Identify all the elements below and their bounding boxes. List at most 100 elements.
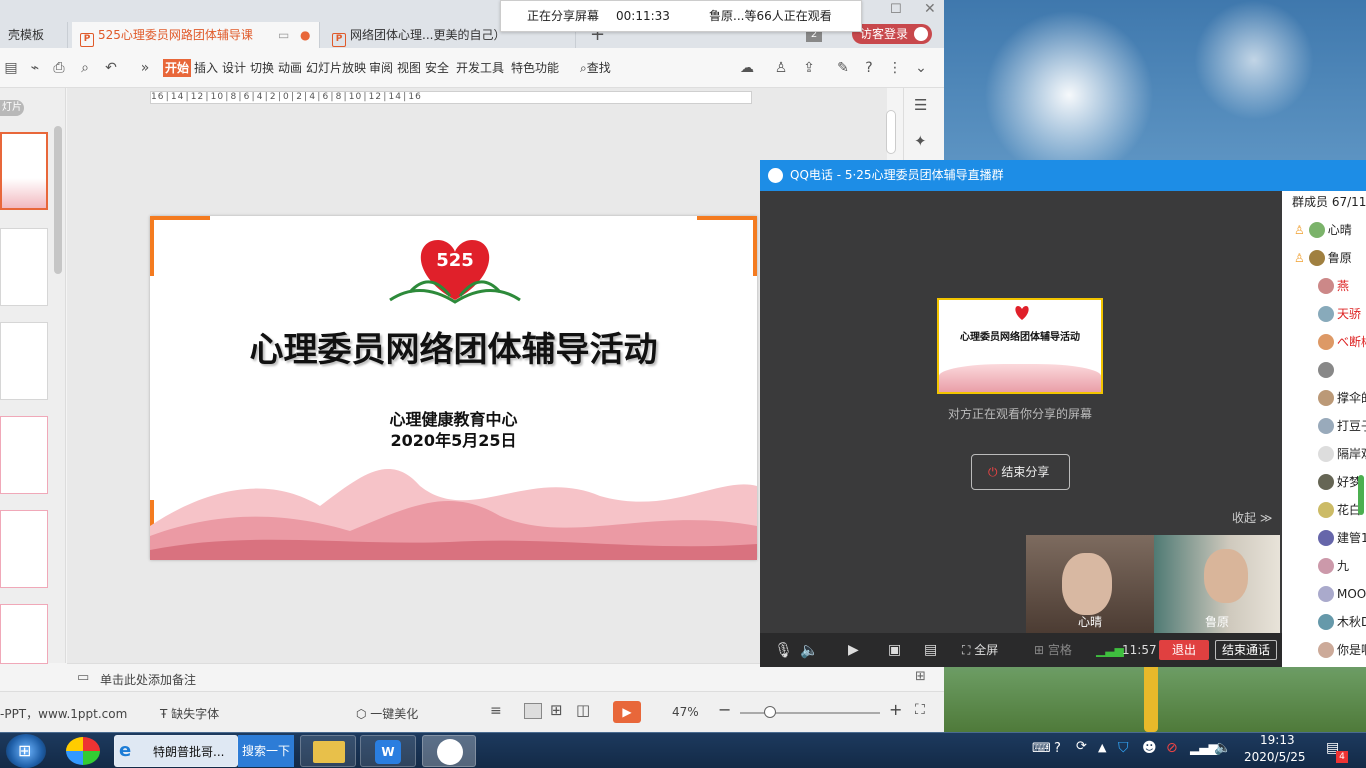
search-button[interactable]: ⌕查找	[578, 59, 613, 77]
settings-sliders-icon[interactable]: ☰	[914, 96, 927, 114]
grid-icon[interactable]: ⊞	[915, 669, 926, 684]
zoom-slider-handle[interactable]	[764, 706, 776, 718]
missing-fonts-button[interactable]: Ŧ 缺失字体	[160, 705, 219, 722]
menu-review[interactable]: 审阅	[367, 59, 395, 77]
list-item[interactable]: 建管1	[1282, 526, 1366, 550]
list-item[interactable]: 花白	[1282, 498, 1366, 522]
more-icon[interactable]: »	[136, 59, 154, 77]
start-button[interactable]: ⊞	[6, 734, 46, 768]
thumbs-scrollbar[interactable]	[54, 126, 62, 274]
play-slideshow-button[interactable]: ▶	[613, 701, 641, 723]
list-item[interactable]: 燕	[1282, 274, 1366, 298]
align-icon[interactable]: ≡	[490, 703, 502, 719]
cloud-icon[interactable]: ☁	[738, 59, 756, 77]
slide-thumbnail[interactable]	[0, 604, 48, 664]
fit-window-icon[interactable]: ⛶	[915, 702, 925, 718]
photo-app-icon[interactable]	[66, 737, 100, 765]
slide-thumbnail[interactable]	[0, 322, 48, 400]
stop-share-button[interactable]: ⏻ 结束分享	[971, 454, 1070, 490]
volume-icon[interactable]: 🔈	[1214, 740, 1231, 756]
camera-icon[interactable]: ▶	[848, 633, 859, 667]
collapse-button[interactable]: 收起 ≫	[1232, 509, 1272, 526]
speaker-icon[interactable]: 🔈	[800, 633, 819, 667]
kebab-menu-icon[interactable]: ⋮	[886, 59, 904, 77]
list-item[interactable]: ♙ 心晴	[1282, 218, 1366, 242]
login-button[interactable]: 访客登录	[852, 24, 932, 44]
security-shield-icon[interactable]: ⛉	[1118, 740, 1129, 756]
comment-icon[interactable]: ✎	[834, 59, 852, 77]
list-item[interactable]: 撑伞的	[1282, 386, 1366, 410]
canvas-scrollbar[interactable]	[886, 110, 896, 154]
share-icon[interactable]: ⇪	[800, 59, 818, 77]
zoom-slider-track[interactable]	[740, 712, 880, 714]
whiteboard-icon[interactable]: ▤	[924, 633, 937, 667]
sync-icon[interactable]: ⟳	[1076, 739, 1087, 754]
exit-button[interactable]: 退出	[1159, 640, 1209, 660]
menu-slideshow[interactable]: 幻灯片放映	[304, 59, 368, 77]
pin-icon[interactable]: ✦	[914, 132, 927, 150]
end-call-button[interactable]: 结束通话	[1215, 640, 1277, 660]
video-feed[interactable]: 心晴	[1026, 535, 1154, 633]
grid-view-button[interactable]: ⊞ 宫格	[1034, 633, 1072, 667]
clock-date[interactable]: 2020/5/25	[1244, 750, 1306, 764]
member-list-scrollbar[interactable]	[1358, 475, 1364, 515]
video-feed[interactable]: 鲁原	[1154, 535, 1280, 633]
menu-home[interactable]: 开始	[163, 59, 192, 77]
list-item[interactable]	[1282, 358, 1366, 382]
menu-design[interactable]: 设计	[220, 59, 248, 77]
zoom-level[interactable]: 47%	[672, 705, 699, 719]
keyboard-icon[interactable]: ⌨	[1032, 741, 1051, 756]
sorter-view-icon[interactable]: ⊞	[550, 701, 563, 719]
preview-icon[interactable]: ⌕	[76, 59, 94, 77]
clock-time[interactable]: 19:13	[1260, 733, 1295, 747]
explorer-button[interactable]	[300, 735, 356, 767]
search-once-button[interactable]: 搜索一下	[238, 735, 294, 767]
menu-animation[interactable]: 动画	[276, 59, 304, 77]
tab-active-document[interactable]: P 525心理委员网路团体辅导课 ▭ ●	[72, 22, 320, 48]
list-item[interactable]: 隔岸观	[1282, 442, 1366, 466]
ie-window-button[interactable]: e 特朗普批哥...	[114, 735, 238, 767]
slide[interactable]: 525 心理委员网络团体辅导活动 心理健康教育中心 2020年5月25日	[150, 216, 757, 560]
menu-transition[interactable]: 切换	[248, 59, 276, 77]
menu-view[interactable]: 视图	[395, 59, 423, 77]
screen-share-icon[interactable]: ▣	[888, 633, 901, 667]
network-blocked-icon[interactable]: ⊘	[1166, 740, 1178, 756]
list-item[interactable]: 天骄	[1282, 302, 1366, 326]
undo-icon[interactable]: ↶	[102, 59, 120, 77]
list-item[interactable]: 打豆子	[1282, 414, 1366, 438]
help-circle-icon[interactable]: ?	[1054, 741, 1061, 756]
format-painter-icon[interactable]: ⌁	[26, 59, 44, 77]
list-item[interactable]: 木秋D	[1282, 610, 1366, 634]
menu-features[interactable]: 特色功能	[509, 59, 561, 77]
zoom-in-icon[interactable]: +	[889, 700, 902, 719]
slide-thumbnail[interactable]	[0, 228, 48, 306]
collab-icon[interactable]: ♙	[772, 59, 790, 77]
wps-taskbar-button[interactable]: W	[360, 735, 416, 767]
close-icon[interactable]: ✕	[924, 1, 936, 17]
tray-expand-icon[interactable]: ▲	[1098, 741, 1106, 754]
notes-bar[interactable]: ▭ 单击此处添加备注 ⊞	[67, 663, 944, 691]
tab-template[interactable]: 壳模板	[0, 22, 68, 48]
slide-thumbnail[interactable]	[0, 132, 48, 210]
qq-taskbar-button[interactable]	[422, 735, 476, 767]
microphone-icon[interactable]: 🎙	[774, 633, 793, 667]
zoom-out-icon[interactable]: −	[718, 700, 731, 719]
qq-tray-icon[interactable]: ☻	[1142, 740, 1157, 756]
slide-thumbnail[interactable]	[0, 416, 48, 494]
normal-view-icon[interactable]	[524, 703, 542, 719]
menu-insert[interactable]: 插入	[192, 59, 220, 77]
chevron-down-icon[interactable]: ⌄	[912, 59, 930, 77]
shared-screen-preview[interactable]: 心理委员网络团体辅导活动	[937, 298, 1103, 394]
list-item[interactable]: 好梦	[1282, 470, 1366, 494]
list-item[interactable]: べ断彬	[1282, 330, 1366, 354]
fullscreen-button[interactable]: ⛶ 全屏	[962, 633, 998, 667]
list-item[interactable]: ♙ 鲁原	[1282, 246, 1366, 270]
menu-security[interactable]: 安全	[423, 59, 451, 77]
help-icon[interactable]: ?	[860, 59, 878, 77]
list-item[interactable]: 九	[1282, 554, 1366, 578]
list-item[interactable]: 你是啊	[1282, 638, 1366, 662]
slide-thumbnail[interactable]	[0, 510, 48, 588]
beautify-button[interactable]: ⬡ 一键美化	[356, 705, 418, 722]
maximize-icon[interactable]: ☐	[890, 2, 902, 17]
reading-view-icon[interactable]: ◫	[576, 701, 590, 719]
